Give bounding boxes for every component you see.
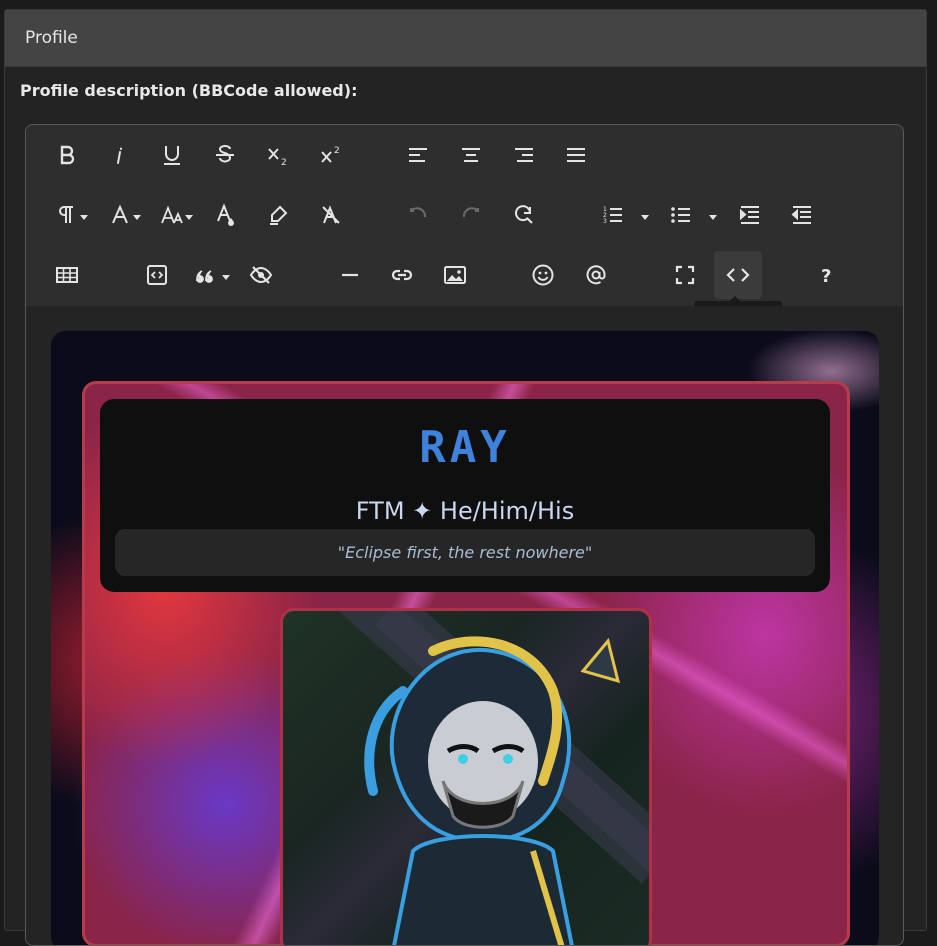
horizontal-line-icon — [342, 273, 358, 277]
table-icon — [56, 267, 78, 283]
redo-button[interactable] — [450, 194, 492, 236]
highlighter-icon — [270, 205, 288, 225]
align-left-icon — [409, 148, 427, 162]
bold-icon — [60, 145, 75, 165]
at-sign-icon — [586, 265, 606, 285]
insert-table-button[interactable] — [46, 254, 88, 296]
code-view-button[interactable] — [714, 251, 762, 299]
align-justify-button[interactable] — [555, 134, 597, 176]
smiley-icon — [532, 264, 554, 286]
insert-link-button[interactable] — [381, 254, 423, 296]
clear-formatting-button[interactable] — [310, 194, 352, 236]
unordered-list-button[interactable] — [660, 194, 702, 236]
font-family-icon — [112, 204, 128, 224]
image-icon — [444, 266, 466, 284]
underline-button[interactable] — [151, 134, 193, 176]
horizontal-rule-button[interactable] — [329, 254, 371, 296]
eye-slash-icon — [249, 266, 273, 284]
strikethrough-button[interactable] — [204, 134, 246, 176]
mention-button[interactable] — [575, 254, 617, 296]
help-icon: ? — [821, 266, 831, 287]
align-right-button[interactable] — [503, 134, 545, 176]
code-block-icon — [147, 265, 167, 285]
bold-button[interactable] — [46, 134, 88, 176]
editor-toolbar: 2 2 1 2 3 ? — [26, 125, 903, 306]
fullscreen-icon — [675, 265, 695, 285]
fullscreen-button[interactable] — [664, 254, 706, 296]
spoiler-button[interactable] — [240, 254, 282, 296]
text-color-icon — [217, 203, 234, 226]
panel-title: Profile — [25, 28, 78, 48]
emoji-button[interactable] — [522, 254, 564, 296]
italic-button[interactable] — [99, 134, 141, 176]
ordered-list-button[interactable]: 123 — [592, 194, 634, 236]
indent-icon — [740, 206, 759, 224]
outdent-icon — [791, 206, 811, 224]
svg-text:2: 2 — [281, 158, 287, 167]
help-button[interactable]: ? — [805, 254, 847, 296]
align-center-icon — [462, 148, 480, 162]
superscript-icon: 2 — [321, 146, 340, 163]
strikethrough-icon — [216, 145, 234, 163]
text-color-button[interactable] — [204, 194, 246, 236]
clear-formatting-icon — [322, 205, 340, 224]
unordered-list-caret[interactable] — [709, 215, 717, 220]
font-size-icon — [161, 205, 183, 224]
align-left-button[interactable] — [397, 134, 439, 176]
outdent-button[interactable] — [781, 194, 823, 236]
paragraph-icon — [59, 206, 73, 223]
svg-text:2: 2 — [334, 146, 340, 156]
find-replace-icon — [515, 205, 533, 224]
quote-button[interactable] — [184, 254, 226, 296]
profile-quote: "Eclipse first, the rest nowhere" — [115, 529, 815, 576]
link-icon — [391, 269, 413, 281]
indent-button[interactable] — [729, 194, 771, 236]
profile-description-label: Profile description (BBCode allowed): — [20, 81, 358, 100]
undo-icon — [410, 207, 427, 218]
redo-icon — [462, 207, 479, 218]
profile-header-card: RAY FTM ✦ He/Him/His "Eclipse first, the… — [100, 399, 830, 592]
superscript-button[interactable]: 2 — [310, 134, 352, 176]
svg-text:?: ? — [821, 266, 831, 287]
font-family-caret[interactable] — [133, 215, 141, 220]
character-illustration — [364, 636, 621, 945]
insert-image-button[interactable] — [434, 254, 476, 296]
insert-code-button[interactable] — [136, 254, 178, 296]
background-color-button[interactable] — [257, 194, 299, 236]
italic-icon — [117, 147, 122, 164]
profile-name: RAY — [419, 422, 511, 473]
align-center-button[interactable] — [450, 134, 492, 176]
find-replace-button[interactable] — [503, 194, 545, 236]
bbcode-editor: 2 2 1 2 3 ? RAY FTM ✦ He/Him/His "Eclips… — [25, 124, 904, 946]
subscript-icon: 2 — [268, 148, 287, 167]
quote-icon — [196, 270, 213, 283]
profile-subtitle: FTM ✦ He/Him/His — [355, 497, 575, 525]
align-right-icon — [515, 148, 533, 162]
editor-content[interactable]: RAY FTM ✦ He/Him/His "Eclipse first, the… — [26, 306, 903, 945]
quote-caret[interactable] — [222, 275, 230, 280]
font-size-caret[interactable] — [185, 215, 193, 220]
code-view-icon — [726, 268, 750, 282]
svg-text:3: 3 — [603, 218, 607, 225]
unordered-list-icon — [671, 207, 690, 223]
ordered-list-icon: 123 — [603, 206, 622, 225]
subscript-button[interactable]: 2 — [257, 134, 299, 176]
undo-button[interactable] — [397, 194, 439, 236]
underline-icon — [164, 146, 180, 165]
ordered-list-caret[interactable] — [641, 215, 649, 220]
profile-portrait — [280, 608, 652, 945]
align-justify-icon — [567, 148, 585, 162]
paragraph-format-caret[interactable] — [80, 215, 88, 220]
panel-header: Profile — [5, 10, 926, 67]
